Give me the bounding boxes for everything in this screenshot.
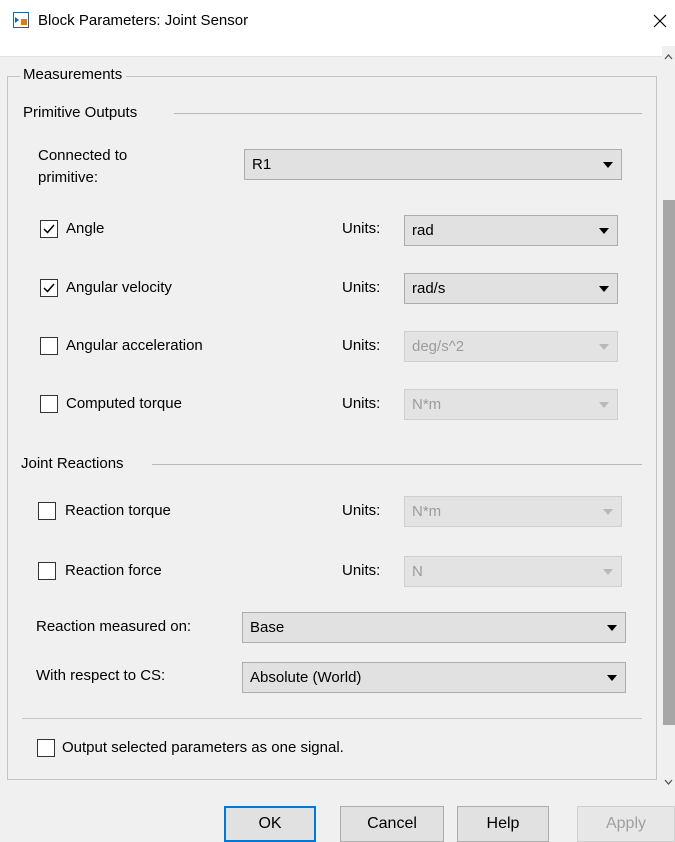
respect-to-cs-label: With respect to CS: — [36, 667, 166, 684]
respect-to-cs-dropdown[interactable]: Absolute (World) — [242, 662, 626, 693]
reaction-measured-on-value: Base — [250, 619, 285, 636]
angular-velocity-checkbox[interactable] — [40, 279, 58, 297]
reaction-torque-checkbox[interactable] — [38, 502, 56, 520]
help-button[interactable]: Help — [457, 806, 549, 842]
computed-torque-checkbox[interactable] — [40, 395, 58, 413]
reaction-measured-on-label: Reaction measured on: — [36, 618, 192, 635]
scrollbar-thumb[interactable] — [663, 200, 675, 725]
angular-velocity-units-label: Units: — [342, 279, 381, 296]
joint-reactions-label: Joint Reactions — [21, 455, 124, 472]
close-button[interactable] — [644, 6, 675, 36]
reaction-force-checkbox[interactable] — [38, 562, 56, 580]
angular-velocity-units-value: rad/s — [412, 280, 446, 297]
chevron-down-icon — [603, 162, 613, 168]
connected-to-label-line2: primitive: — [38, 169, 99, 186]
simulink-block-icon — [13, 12, 29, 28]
computed-torque-units-value: N*m — [412, 396, 442, 413]
connected-primitive-dropdown[interactable]: R1 — [244, 149, 622, 180]
chevron-down-icon — [603, 509, 613, 515]
chevron-down-icon — [603, 569, 613, 575]
checkmark-icon — [43, 224, 55, 234]
chevron-down-icon — [607, 625, 617, 631]
panel-top-edge — [0, 46, 662, 57]
chevron-down-icon — [599, 344, 609, 350]
measurements-label: Measurements — [20, 66, 127, 83]
primitive-outputs-divider — [174, 113, 642, 114]
reaction-torque-units-label: Units: — [342, 502, 381, 519]
angular-acceleration-units-label: Units: — [342, 337, 381, 354]
window-title: Block Parameters: Joint Sensor — [38, 12, 249, 29]
chevron-down-icon — [607, 675, 617, 681]
angle-checkbox[interactable] — [40, 220, 58, 238]
chevron-down-icon — [599, 286, 609, 292]
reaction-torque-label: Reaction torque — [65, 502, 171, 519]
section-divider — [22, 718, 642, 719]
reaction-force-label: Reaction force — [65, 562, 162, 579]
scroll-down-button[interactable] — [662, 775, 675, 787]
angle-label: Angle — [66, 220, 105, 237]
connected-to-label: Connected to — [38, 147, 128, 164]
computed-torque-label: Computed torque — [66, 395, 182, 412]
ok-button[interactable]: OK — [224, 806, 316, 842]
reaction-force-units-label: Units: — [342, 562, 381, 579]
respect-to-cs-value: Absolute (World) — [250, 669, 362, 686]
apply-button: Apply — [577, 806, 675, 842]
angle-units-label: Units: — [342, 220, 381, 237]
angular-acceleration-units-dropdown: deg/s^2 — [404, 331, 618, 362]
angular-acceleration-checkbox[interactable] — [40, 337, 58, 355]
checkmark-icon — [43, 283, 55, 293]
scroll-up-button[interactable] — [662, 50, 675, 62]
output-one-signal-label: Output selected parameters as one signal… — [62, 739, 344, 756]
reaction-force-units-value: N — [412, 563, 423, 580]
close-icon — [653, 14, 666, 28]
angle-units-value: rad — [412, 222, 434, 239]
reaction-measured-on-dropdown[interactable]: Base — [242, 612, 626, 643]
computed-torque-units-label: Units: — [342, 395, 381, 412]
angular-acceleration-units-value: deg/s^2 — [412, 338, 465, 355]
reaction-torque-units-dropdown: N*m — [404, 496, 622, 527]
primitive-outputs-label: Primitive Outputs — [23, 104, 138, 121]
angle-units-dropdown[interactable]: rad — [404, 215, 618, 246]
joint-reactions-divider — [152, 464, 642, 465]
chevron-down-icon — [599, 228, 609, 234]
reaction-force-units-dropdown: N — [404, 556, 622, 587]
chevron-down-icon — [664, 779, 673, 785]
dialog-footer — [0, 792, 675, 836]
computed-torque-units-dropdown: N*m — [404, 389, 618, 420]
reaction-torque-units-value: N*m — [412, 503, 442, 520]
chevron-down-icon — [599, 402, 609, 408]
cancel-button[interactable]: Cancel — [340, 806, 444, 842]
angular-acceleration-label: Angular acceleration — [66, 337, 203, 354]
angular-velocity-label: Angular velocity — [66, 279, 172, 296]
output-one-signal-checkbox[interactable] — [37, 739, 55, 757]
angular-velocity-units-dropdown[interactable]: rad/s — [404, 273, 618, 304]
connected-primitive-value: R1 — [252, 156, 272, 173]
chevron-up-icon — [664, 54, 673, 60]
